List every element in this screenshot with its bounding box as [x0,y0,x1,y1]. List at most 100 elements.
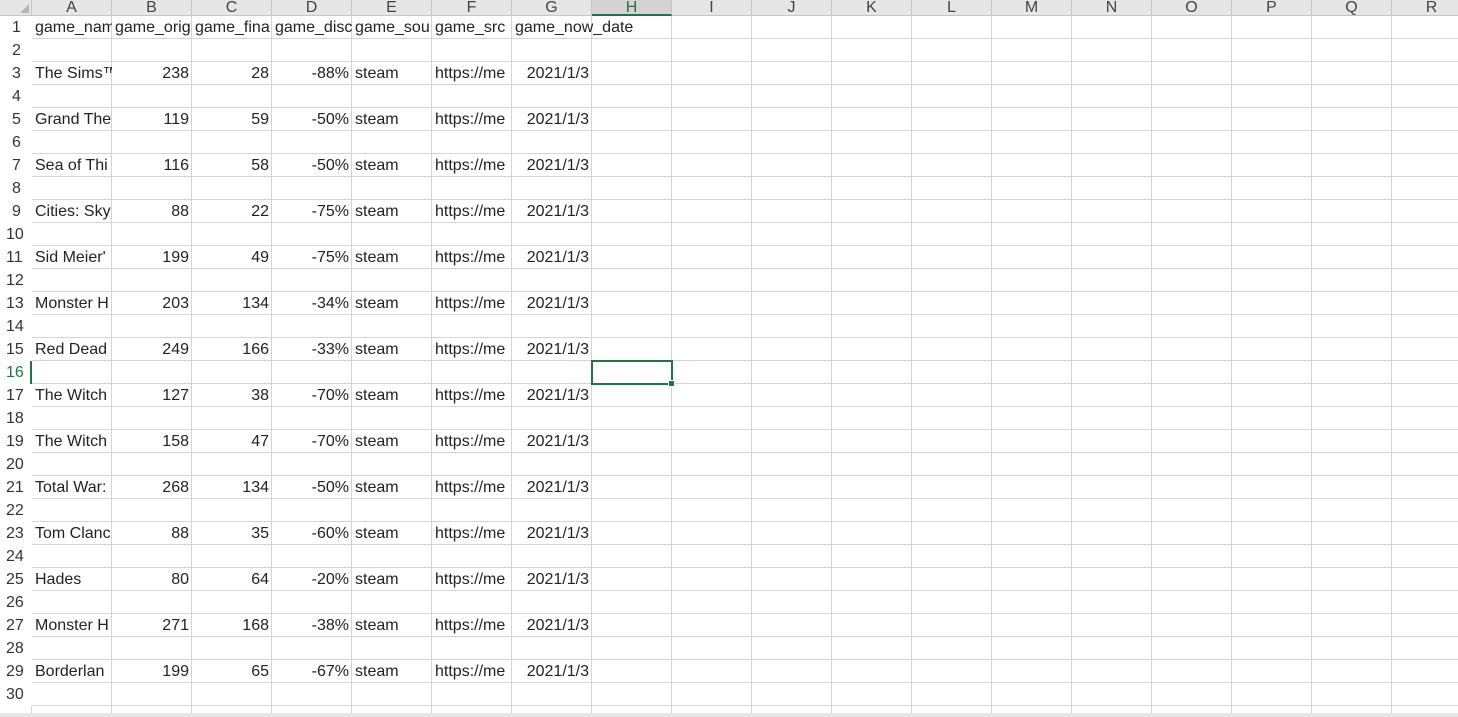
table-cell[interactable]: 2021/1/3 [512,568,592,590]
table-cell[interactable]: Tom Clanc [32,522,112,544]
table-cell[interactable]: 127 [112,384,192,406]
row-header-16[interactable]: 16 [0,361,32,384]
table-cell[interactable]: -20% [272,568,352,590]
row-header-6[interactable]: 6 [0,131,32,154]
table-cell[interactable]: -70% [272,430,352,452]
column-header-f[interactable]: F [432,0,512,16]
table-cell[interactable]: steam [352,568,432,590]
table-cell[interactable]: 203 [112,292,192,314]
row-header-1[interactable]: 1 [0,16,32,39]
row-header-5[interactable]: 5 [0,108,32,131]
table-cell[interactable]: 2021/1/3 [512,476,592,498]
header-cell[interactable]: game_orig [112,16,192,38]
table-cell[interactable]: Grand The [32,108,112,130]
row-header-11[interactable]: 11 [0,246,32,269]
row-header-19[interactable]: 19 [0,430,32,453]
column-header-p[interactable]: P [1232,0,1312,16]
header-cell[interactable]: game_name [32,16,112,38]
table-cell[interactable]: 134 [192,292,272,314]
table-cell[interactable]: 35 [192,522,272,544]
table-cell[interactable]: Total War: [32,476,112,498]
table-cell[interactable]: 2021/1/3 [512,292,592,314]
row-header-7[interactable]: 7 [0,154,32,177]
table-cell[interactable]: steam [352,430,432,452]
row-header-9[interactable]: 9 [0,200,32,223]
table-cell[interactable]: https://me [432,522,512,544]
table-cell[interactable]: steam [352,338,432,360]
table-cell[interactable]: 80 [112,568,192,590]
table-cell[interactable]: https://me [432,62,512,84]
table-cell[interactable]: 28 [192,62,272,84]
table-cell[interactable]: -50% [272,108,352,130]
table-cell[interactable]: 119 [112,108,192,130]
column-header-d[interactable]: D [272,0,352,16]
table-cell[interactable]: steam [352,200,432,222]
fill-handle[interactable] [668,380,675,387]
table-cell[interactable]: -75% [272,200,352,222]
table-cell[interactable]: The Witch [32,384,112,406]
select-all-corner[interactable] [0,0,32,16]
column-header-k[interactable]: K [832,0,912,16]
table-cell[interactable]: 2021/1/3 [512,62,592,84]
table-cell[interactable]: https://me [432,384,512,406]
row-header-13[interactable]: 13 [0,292,32,315]
header-cell[interactable]: game_disc [272,16,352,38]
table-cell[interactable]: https://me [432,476,512,498]
selected-cell-outline[interactable] [591,360,675,387]
row-header-30[interactable]: 30 [0,683,32,706]
table-cell[interactable]: -75% [272,246,352,268]
table-cell[interactable]: https://me [432,200,512,222]
row-header-2[interactable]: 2 [0,39,32,62]
table-cell[interactable]: https://me [432,430,512,452]
table-cell[interactable]: steam [352,246,432,268]
table-cell[interactable]: https://me [432,108,512,130]
column-header-i[interactable]: I [672,0,752,16]
column-header-j[interactable]: J [752,0,832,16]
header-cell[interactable]: game_sou [352,16,432,38]
row-header-12[interactable]: 12 [0,269,32,292]
table-cell[interactable]: 134 [192,476,272,498]
row-header-18[interactable]: 18 [0,407,32,430]
table-cell[interactable]: 88 [112,522,192,544]
row-header-23[interactable]: 23 [0,522,32,545]
table-cell[interactable]: 199 [112,246,192,268]
table-cell[interactable]: Monster H [32,614,112,636]
header-cell[interactable]: game_fina [192,16,272,38]
table-cell[interactable]: 168 [192,614,272,636]
table-cell[interactable]: 58 [192,154,272,176]
table-cell[interactable]: https://me [432,660,512,682]
table-cell[interactable]: -67% [272,660,352,682]
row-header-22[interactable]: 22 [0,499,32,522]
table-cell[interactable]: https://me [432,246,512,268]
row-header-27[interactable]: 27 [0,614,32,637]
table-cell[interactable]: 88 [112,200,192,222]
table-cell[interactable]: The Witch [32,430,112,452]
column-header-g[interactable]: G [512,0,592,16]
table-cell[interactable]: Monster H [32,292,112,314]
table-cell[interactable]: 38 [192,384,272,406]
table-cell[interactable]: steam [352,154,432,176]
row-header-4[interactable]: 4 [0,85,32,108]
row-header-20[interactable]: 20 [0,453,32,476]
column-header-l[interactable]: L [912,0,992,16]
table-cell[interactable]: 2021/1/3 [512,246,592,268]
table-cell[interactable]: 22 [192,200,272,222]
table-cell[interactable]: 59 [192,108,272,130]
table-cell[interactable]: -60% [272,522,352,544]
column-header-h[interactable]: H [592,0,672,16]
column-header-e[interactable]: E [352,0,432,16]
table-cell[interactable]: Sid Meier' [32,246,112,268]
spreadsheet-grid[interactable]: ABCDEFGHIJKLMNOPQR 1 2 3 4 5 6 7 8 9 10 11 12 13 14 15… [0,0,1458,717]
row-header-14[interactable]: 14 [0,315,32,338]
table-cell[interactable]: -38% [272,614,352,636]
table-cell[interactable]: -50% [272,476,352,498]
column-header-n[interactable]: N [1072,0,1152,16]
row-header-15[interactable]: 15 [0,338,32,361]
row-header-28[interactable]: 28 [0,637,32,660]
table-cell[interactable]: 2021/1/3 [512,522,592,544]
table-cell[interactable]: 268 [112,476,192,498]
row-header-17[interactable]: 17 [0,384,32,407]
table-cell[interactable]: 49 [192,246,272,268]
table-cell[interactable]: 271 [112,614,192,636]
column-header-a[interactable]: A [32,0,112,16]
